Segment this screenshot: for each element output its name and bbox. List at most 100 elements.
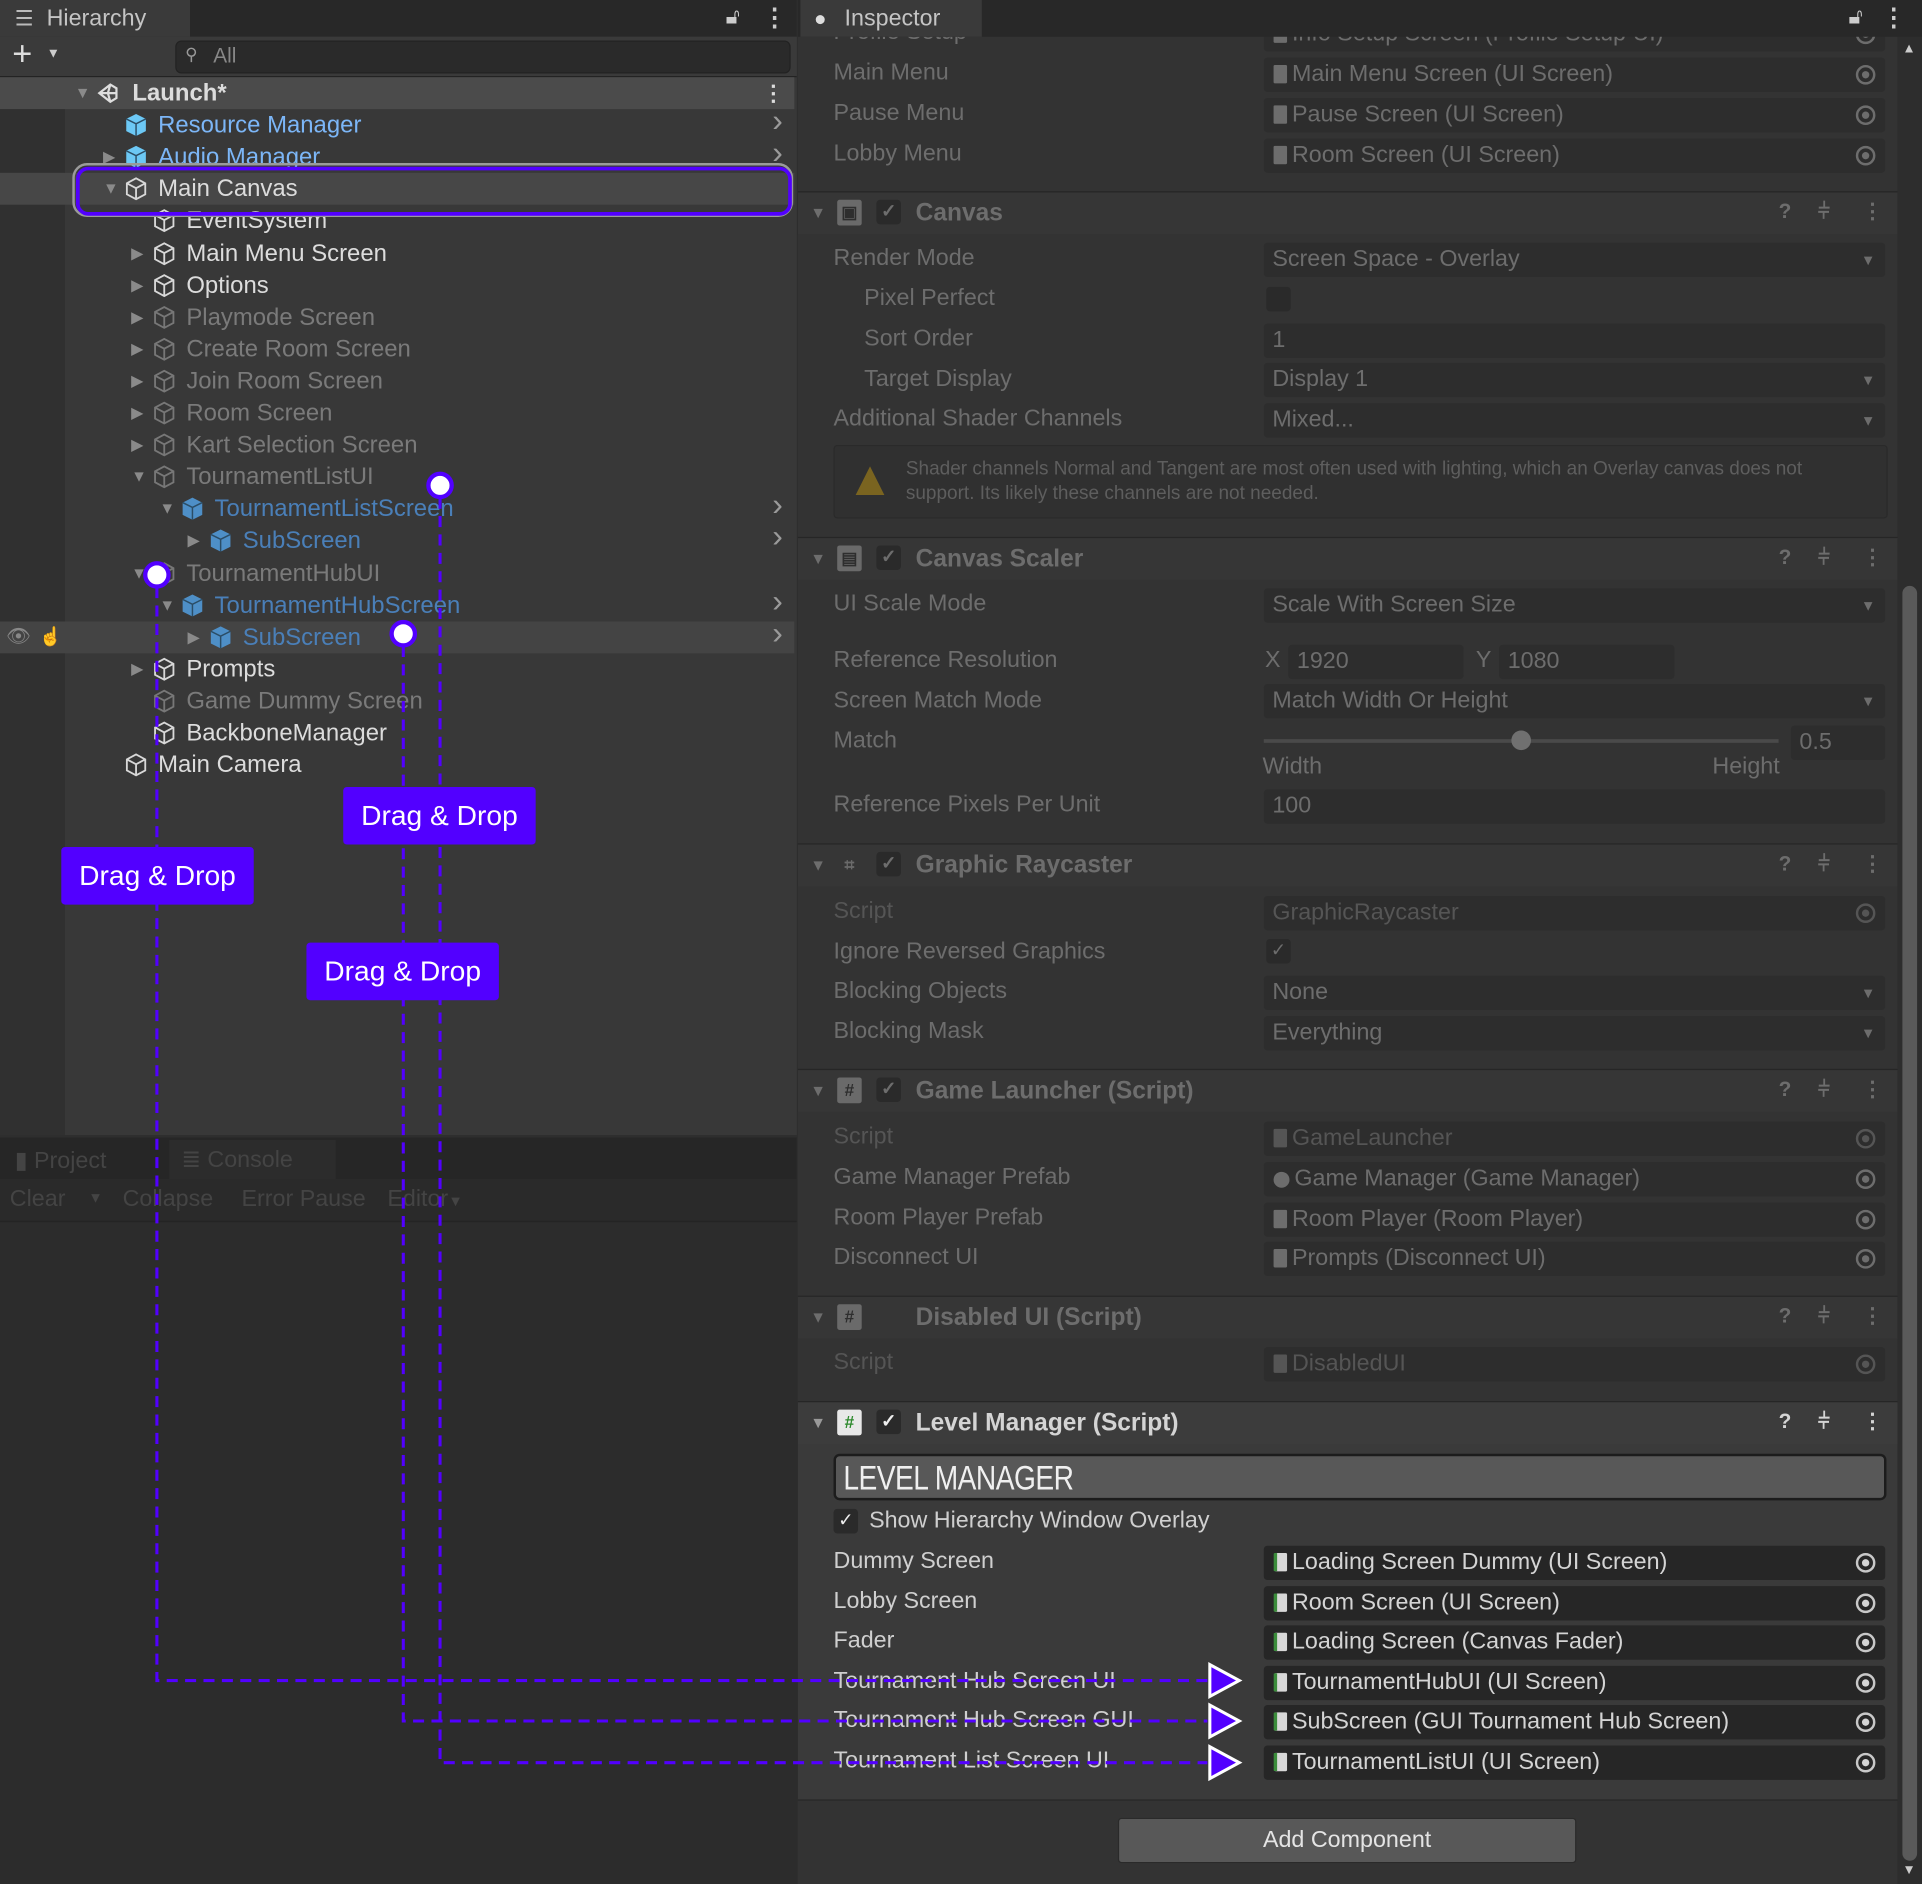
hierarchy-item[interactable]: ▼ TournamentListScreen › [0,488,794,525]
lobby-menu-field[interactable]: Room Screen (UI Screen) [1263,138,1886,173]
canvas-scaler-enabled-checkbox[interactable]: ✓ [876,545,901,570]
expand-arrow-down-icon[interactable]: ▼ [131,461,147,493]
presets-icon[interactable]: ⫩ [1818,545,1830,570]
more-menu-icon[interactable]: ⋮ [1862,852,1883,877]
graphic-raycaster-header[interactable]: ▼ ⌗ ✓ Graphic Raycaster ? ⫩ ⋮ [797,843,1898,887]
presets-icon[interactable]: ⫩ [1818,1410,1830,1435]
canvas-enabled-checkbox[interactable]: ✓ [876,199,901,225]
expand-arrow-right-icon[interactable]: ▶ [131,365,143,397]
hierarchy-item[interactable]: ▶ Kart Selection Screen [0,429,794,461]
object-reference-field[interactable]: Room Screen (UI Screen) [1263,1586,1886,1621]
hierarchy-item[interactable]: ▼ TournamentHubScreen › [0,584,794,621]
blocking-mask-dropdown[interactable]: Everything ▼ [1263,1016,1886,1051]
project-tab[interactable]: ▮ Project [15,1147,107,1175]
level-manager-header[interactable]: ▼ # ✓ Level Manager (Script) ? ⫩ ⋮ [797,1401,1898,1444]
add-icon[interactable]: + [12,34,32,73]
target-display-dropdown[interactable]: Display 1 ▼ [1263,362,1886,398]
presets-icon[interactable]: ⫩ [1818,200,1830,225]
expand-arrow-right-icon[interactable]: ▶ [131,301,143,333]
hierarchy-item[interactable]: ▼ TournamentListUI [0,461,794,493]
open-prefab-chevron-icon[interactable]: › [772,488,783,520]
show-overlay-checkbox[interactable]: ✓ [833,1508,859,1534]
shader-channels-dropdown[interactable]: Mixed... ▼ [1263,403,1886,438]
scene-row[interactable]: ▼ Launch* ⋮ [0,77,795,110]
object-reference-field[interactable]: Loading Screen Dummy (UI Screen) [1263,1545,1886,1581]
open-prefab-chevron-icon[interactable]: › [772,104,783,136]
object-picker-icon[interactable] [1855,1632,1876,1653]
visibility-eye-icon[interactable]: 👁︎ [6,621,31,653]
object-picker-icon[interactable] [1855,1593,1876,1614]
error-pause-button[interactable]: Error Pause [241,1187,365,1214]
help-icon[interactable]: ? [1779,852,1792,877]
resolution-y-input[interactable]: 1080 [1499,644,1675,680]
editor-dropdown[interactable]: Editor▼ [387,1187,462,1214]
object-picker-icon[interactable] [1855,1673,1876,1693]
expand-arrow-down-icon[interactable]: ▼ [159,493,175,525]
disabled-ui-header[interactable]: ▼ # Disabled UI (Script) ? ⫩ ⋮ [797,1295,1898,1339]
object-picker-icon[interactable] [1855,145,1876,166]
help-icon[interactable]: ? [1779,545,1792,570]
clear-dropdown-icon[interactable]: ▼ [88,1189,103,1206]
more-menu-icon[interactable]: ⋮ [1862,545,1883,570]
hierarchy-item[interactable]: Main Camera [0,749,794,781]
more-menu-icon[interactable]: ⋮ [1862,1410,1883,1435]
match-slider-thumb[interactable] [1511,730,1531,751]
room-player-prefab-field[interactable]: Room Player (Room Player) [1263,1202,1886,1237]
expand-arrow-down-icon[interactable]: ▼ [131,557,147,589]
help-icon[interactable]: ? [1779,1410,1792,1435]
object-reference-field[interactable]: Loading Screen (Canvas Fader) [1263,1625,1886,1660]
hierarchy-item[interactable]: ▶ Options [0,269,794,301]
search-input[interactable]: ⚲ All [175,40,791,74]
pause-menu-field[interactable]: Pause Screen (UI Screen) [1263,98,1886,133]
pickable-hand-icon[interactable]: ☝ [39,621,62,653]
inspector-tab[interactable]: ● Inspector [800,0,982,37]
expand-arrow-right-icon[interactable]: ▶ [131,397,143,429]
hierarchy-item[interactable]: ▶ Create Room Screen [0,333,794,365]
hierarchy-item[interactable]: Game Dummy Screen [0,685,794,717]
object-picker-icon[interactable] [1855,105,1876,126]
resolution-x-input[interactable]: 1920 [1288,644,1464,680]
hierarchy-item[interactable]: ▶ Join Room Screen [0,365,794,397]
inspector-scrollbar[interactable]: ▲ ▼ [1897,36,1922,1884]
match-value-input[interactable]: 0.5 [1790,725,1886,760]
expand-arrow-right-icon[interactable]: ▶ [131,333,143,365]
scrollbar-thumb[interactable] [1902,585,1918,1861]
level-manager-enabled-checkbox[interactable]: ✓ [876,1409,901,1435]
lock-icon[interactable]: 🔓︎ [726,4,740,30]
expand-arrow-right-icon[interactable]: ▶ [188,525,200,557]
screen-match-mode-dropdown[interactable]: Match Width Or Height ▼ [1263,683,1886,719]
expand-arrow-right-icon[interactable]: ▶ [131,653,143,685]
main-menu-field[interactable]: Main Menu Screen (UI Screen) [1263,57,1886,92]
more-menu-icon[interactable]: ⋮ [762,2,787,33]
hierarchy-item[interactable]: ▼ TournamentHubUI [0,557,794,589]
object-reference-field[interactable]: SubScreen (GUI Tournament Hub Screen) [1263,1705,1886,1740]
dropdown-arrow-icon[interactable]: ▼ [47,47,60,62]
clear-button[interactable]: Clear [10,1187,66,1214]
object-reference-field[interactable]: TournamentHubUI (UI Screen) [1263,1665,1886,1701]
collapse-button[interactable]: Collapse [123,1187,214,1214]
disconnect-ui-field[interactable]: Prompts (Disconnect UI) [1263,1241,1886,1277]
game-launcher-enabled-checkbox[interactable]: ✓ [876,1077,901,1102]
expand-arrow-right-icon[interactable]: ▶ [131,429,143,461]
scroll-up-icon[interactable]: ▲ [1902,42,1915,57]
pixel-perfect-checkbox[interactable] [1266,286,1291,312]
more-menu-icon[interactable]: ⋮ [1862,200,1883,225]
presets-icon[interactable]: ⫩ [1818,852,1830,877]
hierarchy-item[interactable]: ▶ Prompts [0,653,794,685]
hierarchy-item[interactable]: Resource Manager › [0,104,794,141]
presets-icon[interactable]: ⫩ [1818,1077,1830,1102]
more-menu-icon[interactable]: ⋮ [1862,1077,1883,1102]
render-mode-dropdown[interactable]: Screen Space - Overlay ▼ [1263,242,1886,278]
hierarchy-item[interactable]: ▶ Room Screen [0,397,794,429]
hierarchy-item[interactable]: ▶ SubScreen › [0,520,794,557]
expand-arrow-right-icon[interactable]: ▶ [188,621,200,653]
pixels-per-unit-input[interactable]: 100 [1263,789,1886,824]
canvas-component-header[interactable]: ▼ ▣ ✓ Canvas ? ⫩ ⋮ [797,191,1898,235]
game-launcher-header[interactable]: ▼ # ✓ Game Launcher (Script) ? ⫩ ⋮ [797,1068,1898,1112]
collapse-arrow-icon[interactable]: ▼ [810,203,826,221]
more-menu-icon[interactable]: ⋮ [1862,1304,1883,1329]
more-menu-icon[interactable]: ⋮ [1882,2,1907,33]
hierarchy-item[interactable]: ▶ Playmode Screen [0,301,794,333]
open-prefab-chevron-icon[interactable]: › [772,520,783,552]
ui-scale-mode-dropdown[interactable]: Scale With Screen Size ▼ [1263,588,1886,623]
